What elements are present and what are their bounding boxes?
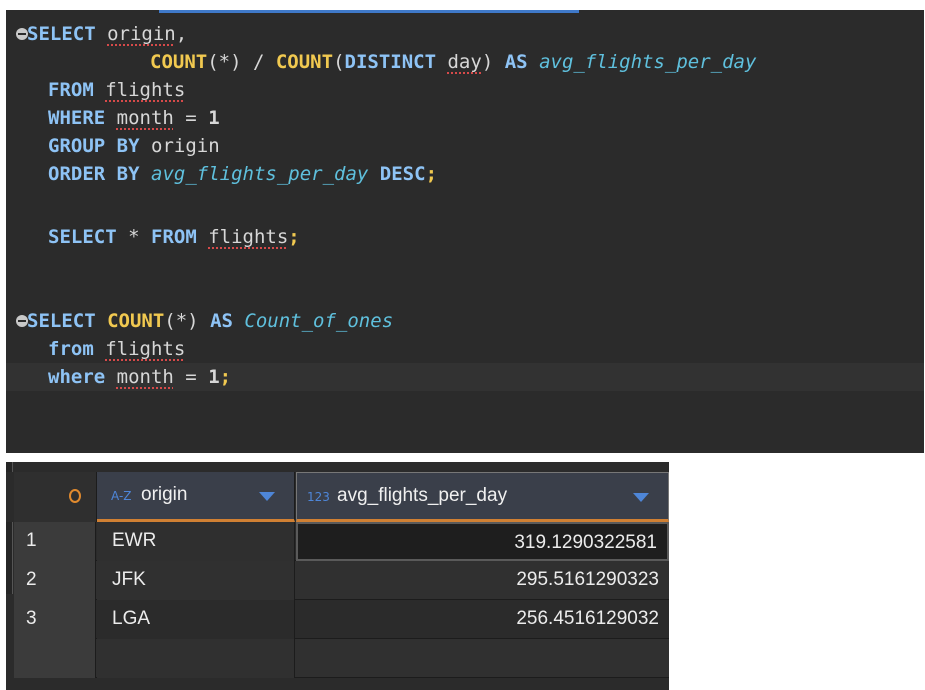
identifier-month: month: [116, 107, 174, 129]
sort-dropdown-icon[interactable]: [259, 492, 275, 501]
keyword-select: SELECT: [27, 310, 96, 332]
keyword-from: FROM: [151, 226, 197, 248]
row-number-empty: [14, 639, 96, 678]
active-tab-indicator: [159, 10, 579, 13]
keyword-where: WHERE: [48, 107, 106, 129]
column-title-origin: origin: [141, 484, 188, 505]
code-line-4[interactable]: WHERE month = 1: [48, 104, 220, 132]
cell-origin[interactable]: LGA: [97, 600, 295, 639]
keyword-group: GROUP: [48, 135, 106, 157]
number-literal: 1: [208, 366, 220, 388]
alias-avg-flights: avg_flights_per_day: [539, 51, 757, 73]
text-type-icon: A-Z: [111, 489, 132, 503]
results-grid[interactable]: A-Z origin 123 avg_flights_per_day 1 EWR…: [6, 462, 669, 690]
grid-header: A-Z origin 123 avg_flights_per_day: [6, 472, 669, 522]
keyword-by: BY: [116, 135, 140, 157]
equals-operator: =: [173, 107, 209, 129]
identifier-flights: flights: [105, 79, 186, 101]
code-line-2[interactable]: COUNT(*) / COUNT(DISTINCT day) AS avg_fl…: [150, 48, 756, 76]
keyword-select: SELECT: [48, 226, 117, 248]
code-line-1[interactable]: SELECT origin,: [27, 20, 187, 48]
right-paren: ): [481, 51, 494, 73]
code-line-9[interactable]: from flights: [48, 335, 185, 363]
row-number: 3: [14, 600, 96, 639]
sort-dropdown-icon[interactable]: [633, 493, 649, 502]
cell-avg-flights[interactable]: 295.5161290323: [296, 561, 669, 600]
cell-empty: [296, 639, 669, 678]
column-title-avg-flights: avg_flights_per_day: [337, 485, 508, 506]
alias-avg-flights: avg_flights_per_day: [151, 163, 369, 185]
cell-origin[interactable]: JFK: [97, 561, 295, 600]
table-row[interactable]: 2 JFK 295.5161290323: [14, 561, 669, 600]
comma: ,: [175, 23, 188, 45]
equals-operator: =: [173, 366, 209, 388]
keyword-as: AS: [504, 51, 528, 73]
sql-editor[interactable]: SELECT origin, COUNT(*) / COUNT(DISTINCT…: [6, 10, 924, 453]
keyword-by: BY: [116, 163, 140, 185]
table-row[interactable]: 3 LGA 256.4516129032: [14, 600, 669, 639]
semicolon: ;: [219, 366, 232, 388]
row-number-header[interactable]: [14, 472, 97, 522]
function-count: COUNT: [107, 310, 165, 332]
semicolon: ;: [425, 163, 438, 185]
cell-avg-flights-selected[interactable]: 319.1290322581: [296, 522, 669, 561]
cell-empty: [97, 639, 295, 678]
semicolon: ;: [288, 226, 300, 248]
function-count: COUNT: [275, 51, 334, 73]
cell-avg-flights[interactable]: 256.4516129032: [296, 600, 669, 639]
empty-row: [14, 639, 669, 678]
identifier-origin: origin: [107, 23, 176, 45]
code-line-10-current[interactable]: where month = 1;: [6, 363, 924, 391]
star-operator: *: [128, 226, 140, 248]
identifier-month: month: [116, 366, 174, 388]
column-header-avg-flights[interactable]: 123 avg_flights_per_day: [296, 472, 669, 522]
code-line-8[interactable]: SELECT COUNT(*) AS Count_of_ones: [27, 307, 393, 335]
identifier-flights: flights: [208, 226, 289, 248]
row-number: 2: [14, 561, 96, 600]
keyword-from: FROM: [48, 79, 94, 101]
row-number: 1: [14, 522, 96, 561]
keyword-select: SELECT: [27, 23, 96, 45]
keyword-as: AS: [210, 310, 233, 332]
keyword-from: from: [48, 338, 94, 360]
divide-operator: /: [241, 51, 276, 73]
keyword-order: ORDER: [48, 163, 106, 185]
code-line-6[interactable]: ORDER BY avg_flights_per_day DESC;: [48, 160, 437, 188]
column-header-origin[interactable]: A-Z origin: [97, 472, 295, 522]
keyword-where: where: [48, 366, 106, 388]
numeric-type-icon: 123: [307, 490, 330, 504]
star-paren: (*): [164, 310, 199, 332]
identifier-flights: flights: [105, 338, 186, 360]
cell-origin[interactable]: EWR: [97, 522, 295, 561]
identifier-origin: origin: [151, 135, 220, 157]
star-paren: (*): [207, 51, 242, 73]
row-count-ring-icon: [69, 489, 81, 503]
identifier-day: day: [447, 51, 482, 73]
table-row[interactable]: 1 EWR 319.1290322581: [14, 522, 669, 561]
code-line-5[interactable]: GROUP BY origin: [48, 132, 220, 160]
code-line-3[interactable]: FROM flights: [48, 76, 185, 104]
function-count: COUNT: [150, 51, 208, 73]
keyword-distinct: DISTINCT: [344, 51, 437, 73]
keyword-desc: DESC: [379, 163, 426, 185]
code-line-7[interactable]: SELECT * FROM flights;: [48, 223, 300, 251]
left-paren: (: [333, 51, 345, 73]
number-literal: 1: [208, 107, 220, 129]
alias-count-of-ones: Count_of_ones: [244, 310, 394, 332]
